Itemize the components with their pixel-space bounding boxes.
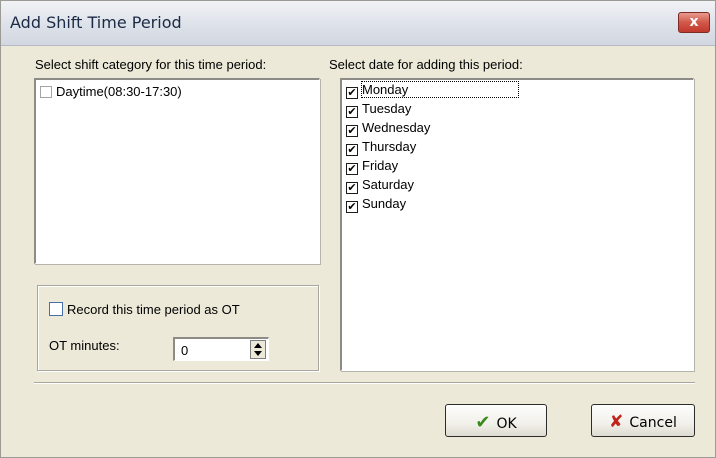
date-item-monday[interactable]: ✔ Monday [346, 81, 520, 101]
date-checkbox-sunday[interactable]: ✔ [346, 201, 358, 213]
date-checkbox-wednesday[interactable]: ✔ [346, 125, 358, 137]
add-shift-time-period-dialog: Add Shift Time Period x Select shift cat… [0, 0, 716, 458]
spin-down-icon[interactable] [254, 351, 262, 356]
record-ot-checkbox-row[interactable]: Record this time period as OT [49, 302, 240, 317]
category-label: Select shift category for this time peri… [35, 57, 267, 72]
category-item-checkbox[interactable] [40, 86, 52, 98]
date-checkbox-thursday[interactable]: ✔ [346, 144, 358, 156]
cancel-button[interactable]: ✘ Cancel [591, 404, 695, 437]
date-item-saturday[interactable]: ✔ Saturday [346, 177, 414, 196]
date-item-sunday[interactable]: ✔ Sunday [346, 196, 406, 215]
ot-minutes-label: OT minutes: [49, 338, 120, 353]
date-checkbox-saturday[interactable]: ✔ [346, 182, 358, 194]
date-checkbox-tuesday[interactable]: ✔ [346, 106, 358, 118]
ot-minutes-stepper[interactable]: 0 [173, 337, 269, 361]
x-icon: ✘ [609, 412, 624, 432]
date-item-wednesday[interactable]: ✔ Wednesday [346, 120, 430, 139]
spin-buttons[interactable] [250, 340, 266, 359]
date-item-friday[interactable]: ✔ Friday [346, 158, 398, 177]
category-item-label: Daytime(08:30-17:30) [56, 84, 182, 99]
check-icon: ✔ [475, 412, 491, 433]
record-ot-checkbox[interactable] [49, 302, 63, 316]
date-checkbox-monday[interactable]: ✔ [346, 87, 358, 99]
category-listbox[interactable]: Daytime(08:30-17:30) [34, 78, 320, 264]
date-label-sunday: Sunday [362, 196, 407, 211]
ok-button[interactable]: ✔ OK [445, 404, 547, 437]
cancel-label: Cancel [629, 415, 677, 431]
ok-label: OK [496, 416, 517, 432]
date-label-tuesday: Tuesday [362, 101, 412, 116]
window-title: Add Shift Time Period [10, 13, 182, 32]
category-item-daytime[interactable]: Daytime(08:30-17:30) [40, 84, 182, 103]
date-checkbox-friday[interactable]: ✔ [346, 163, 358, 175]
dates-label: Select date for adding this period: [329, 57, 523, 72]
title-bar[interactable]: Add Shift Time Period x [1, 1, 715, 46]
separator [34, 382, 695, 384]
record-ot-label: Record this time period as OT [67, 302, 240, 317]
ot-minutes-value[interactable]: 0 [181, 343, 188, 358]
date-label-friday: Friday [362, 158, 399, 173]
date-item-thursday[interactable]: ✔ Thursday [346, 139, 416, 158]
date-label-saturday: Saturday [362, 177, 415, 192]
spin-up-icon[interactable] [254, 343, 262, 348]
close-icon: x [689, 14, 699, 30]
dates-listbox[interactable]: ✔ Monday ✔ Tuesday ✔ Wednesday ✔ Thursday ✔ F… [340, 78, 694, 371]
date-item-tuesday[interactable]: ✔ Tuesday [346, 101, 411, 120]
date-label-wednesday: Wednesday [362, 120, 431, 135]
close-button[interactable]: x [678, 12, 710, 33]
date-label-thursday: Thursday [362, 139, 417, 154]
date-label-monday: Monday [360, 81, 520, 98]
